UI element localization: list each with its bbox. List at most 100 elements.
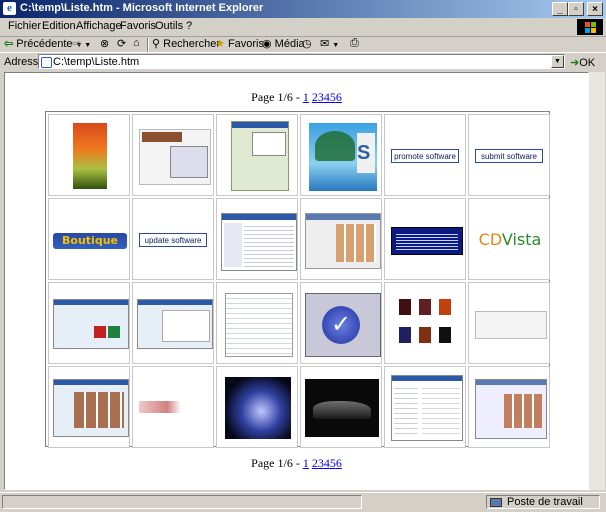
banner-thumbnail [391, 227, 463, 255]
menu-help[interactable]: ? [186, 20, 192, 32]
thumbnail-cell[interactable] [132, 282, 214, 364]
go-button[interactable]: ➜OK [570, 56, 595, 69]
minimize-button[interactable]: _ [552, 2, 568, 16]
thumbnail-cell[interactable] [384, 198, 466, 280]
thumbnail-cell[interactable] [216, 198, 298, 280]
thumbnail-cell[interactable]: submit software [468, 114, 550, 196]
thumbnail-cell[interactable] [384, 366, 466, 448]
update-software-thumbnail: update software [139, 233, 207, 247]
history-icon[interactable]: ◷ [302, 37, 312, 50]
stop-icon[interactable]: ⊗ [100, 37, 109, 50]
submit-software-thumbnail: submit software [475, 149, 543, 163]
pager-top: Page 1/6 - 1 23456 [5, 90, 588, 105]
address-value: C:\temp\Liste.htm [53, 56, 140, 68]
promote-software-thumbnail: promote software [391, 149, 459, 163]
search-icon: ⚲ [152, 38, 161, 50]
back-button[interactable]: ⇦ Précédente ▼ [4, 37, 83, 50]
pager-prefix: Page 1/6 - [251, 90, 300, 104]
forward-arrow-icon: ⇨ [72, 38, 82, 50]
menu-bar: Fichier Edition Affichage Favoris Outils… [0, 18, 606, 37]
screenshot-thumbnail [391, 375, 463, 441]
media-button[interactable]: ◉ Média [262, 37, 305, 50]
pager-bottom: Page 1/6 - 1 23456 [5, 456, 588, 471]
screenshot-thumbnail [305, 213, 381, 269]
address-input[interactable]: C:\temp\Liste.htm ▼ [38, 54, 565, 69]
forward-button[interactable]: ⇨ ▼ [72, 37, 91, 50]
thumbnail-grid: S promote software submit software Bouti… [45, 111, 550, 448]
screenshot-thumbnail [139, 129, 211, 185]
thumbnail-cell[interactable]: Boutique [48, 198, 130, 280]
close-button[interactable]: × [587, 2, 603, 16]
media-icon: ◉ [262, 38, 272, 50]
mail-icon[interactable]: ✉ ▼ [320, 37, 339, 50]
toolbar: ⇦ Précédente ▼ ⇨ ▼ ⊗ ⟳ ⌂ ⚲ Rechercher ★ … [0, 37, 606, 52]
thumbnail-cell[interactable] [216, 114, 298, 196]
thumbnail-cell[interactable]: S [300, 114, 382, 196]
thumbnail-cell[interactable] [132, 114, 214, 196]
page-link-6[interactable]: 6 [336, 456, 342, 470]
thumbnail-cell[interactable] [384, 282, 466, 364]
nebula-thumbnail [225, 377, 291, 439]
thumbnail-cell[interactable] [468, 282, 550, 364]
page-link-1[interactable]: 1 [303, 456, 309, 470]
thumbnail-cell[interactable] [468, 366, 550, 448]
thumbnail-cell[interactable]: promote software [384, 114, 466, 196]
page-link-6[interactable]: 6 [336, 90, 342, 104]
box-thumbnail [73, 123, 107, 189]
status-zone: Poste de travail [486, 495, 600, 509]
screenshot-thumbnail [475, 379, 547, 439]
back-arrow-icon: ⇦ [4, 38, 14, 50]
zone-label: Poste de travail [507, 496, 583, 508]
star-icon: ★ [215, 38, 225, 50]
ie-icon: e [3, 2, 16, 15]
boutique-logo: Boutique [53, 233, 127, 249]
screenshot-thumbnail [475, 311, 547, 339]
thumbnail-cell[interactable] [216, 282, 298, 364]
thumbnail-cell[interactable] [300, 366, 382, 448]
thumbnail-cell[interactable]: ✓ [300, 282, 382, 364]
menu-affichage[interactable]: Affichage [76, 20, 122, 32]
menu-edition[interactable]: Edition [42, 20, 76, 32]
thumbnail-cell[interactable] [48, 282, 130, 364]
print-icon[interactable]: ⎙ [350, 37, 359, 50]
home-icon[interactable]: ⌂ [133, 37, 140, 49]
menu-outils[interactable]: Outils [155, 20, 183, 32]
maximize-button[interactable]: ▫ [568, 2, 584, 16]
page-link-1[interactable]: 1 [303, 90, 309, 104]
cdvista-logo: CDVista [478, 230, 542, 249]
chevron-down-icon: ▼ [84, 42, 92, 49]
checkmark-app-thumbnail: ✓ [305, 293, 381, 357]
thumbnail-cell[interactable] [132, 366, 214, 448]
page-content: Page 1/6 - 1 23456 S promote software su… [4, 72, 589, 490]
thumbnail-cell[interactable] [300, 198, 382, 280]
status-bar: Poste de travail [0, 492, 606, 512]
thumbnail-cell[interactable]: update software [132, 198, 214, 280]
dvd-covers-thumbnail [393, 297, 459, 353]
menu-favoris[interactable]: Favoris [120, 20, 156, 32]
screenshot-thumbnail [231, 121, 289, 191]
thumbnail-cell[interactable] [48, 114, 130, 196]
thumbnail-cell[interactable]: CDVista [468, 198, 550, 280]
thumbnail-cell[interactable] [216, 366, 298, 448]
pager-prefix: Page 1/6 - [251, 456, 300, 470]
go-arrow-icon: ➜ [570, 57, 580, 69]
favorites-button[interactable]: ★ Favoris [215, 37, 264, 50]
address-bar: Adresse C:\temp\Liste.htm ▼ ➜OK [0, 52, 606, 71]
window-title: C:\temp\Liste.htm - Microsoft Internet E… [20, 2, 264, 14]
vertical-scrollbar[interactable] [589, 72, 605, 490]
thumbnail-cell[interactable] [48, 366, 130, 448]
menu-fichier[interactable]: Fichier [8, 20, 41, 32]
refresh-icon[interactable]: ⟳ [117, 37, 126, 50]
screenshot-thumbnail [53, 299, 129, 349]
screenshot-thumbnail [53, 379, 129, 437]
toolbar-separator [147, 38, 149, 52]
table-thumbnail [225, 293, 293, 357]
search-button[interactable]: ⚲ Rechercher [152, 37, 220, 50]
computer-icon [490, 498, 502, 507]
address-dropdown-button[interactable]: ▼ [551, 55, 564, 68]
status-message [2, 495, 362, 509]
screenshot-thumbnail [137, 299, 213, 349]
eyes-banner-thumbnail [139, 401, 209, 413]
car-thumbnail [305, 379, 379, 437]
palm-tree-thumbnail: S [309, 123, 377, 191]
